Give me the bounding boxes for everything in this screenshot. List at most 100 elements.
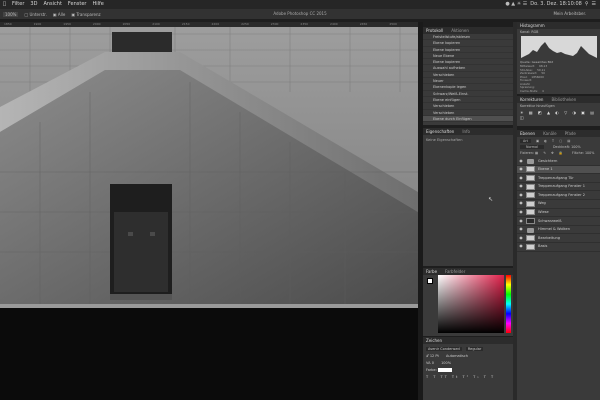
- tab-properties[interactable]: Eigenschaften: [426, 128, 454, 135]
- tab-libraries[interactable]: Bibliotheken: [551, 96, 576, 103]
- layer-name[interactable]: Schwarzweiß: [538, 217, 561, 225]
- scale-field[interactable]: 100%: [441, 361, 451, 365]
- font-size-field[interactable]: 12 Pt: [430, 354, 439, 358]
- menu-3d[interactable]: 3D: [27, 0, 40, 9]
- adjustments-header: Korrekturen Bibliotheken: [517, 96, 600, 103]
- layer-name[interactable]: Treppenaufgang Fenster 1: [538, 183, 585, 191]
- visibility-eye-icon[interactable]: ◉: [517, 174, 525, 182]
- text-color-swatch[interactable]: [437, 368, 452, 372]
- layer-thumbnail: [526, 174, 535, 181]
- layer-name[interactable]: Wiese: [538, 209, 549, 217]
- workspace-select[interactable]: Mein Arbeitsber.: [553, 11, 586, 16]
- layer-row[interactable]: ◉ Gesichtern: [517, 157, 600, 166]
- properties-header: Eigenschaften Info: [423, 128, 513, 135]
- histogram-channel[interactable]: RGB: [531, 30, 538, 34]
- check-transparent[interactable]: ▣ Transparenz: [71, 12, 100, 17]
- layer-row[interactable]: ◉ Schwarzweiß: [517, 217, 600, 226]
- opacity-label: Deckkraft:: [553, 145, 571, 149]
- visibility-eye-icon[interactable]: ◉: [517, 191, 525, 199]
- character-header: Zeichen: [423, 337, 513, 344]
- layer-name[interactable]: Weg: [538, 200, 546, 208]
- layer-row[interactable]: ◉ Himmel & Wolken: [517, 226, 600, 235]
- leading-field[interactable]: Automatisch: [446, 354, 468, 358]
- menu-ansicht[interactable]: Ansicht: [40, 0, 64, 9]
- status-icons[interactable]: ● ▲ ☀ ☰: [505, 0, 527, 9]
- tab-histogram[interactable]: Histogramm: [520, 22, 545, 29]
- layer-row[interactable]: ◉ Treppenaufgang Fenster 1: [517, 183, 600, 192]
- visibility-eye-icon[interactable]: ◉: [517, 183, 525, 191]
- visibility-eye-icon[interactable]: ◉: [517, 226, 525, 234]
- layer-row[interactable]: ◉ Treppenaufgang Tür: [517, 174, 600, 183]
- layer-thumbnail: [526, 200, 535, 207]
- lock-icons[interactable]: ▦ ✎ ✥ 🔒: [535, 151, 565, 155]
- history-list: Freistellstufe/ablesen Ebene kopieren Eben…: [423, 34, 513, 123]
- tab-info[interactable]: Info: [462, 128, 470, 135]
- tab-actions[interactable]: Aktionen: [451, 27, 469, 34]
- layer-name[interactable]: Bearbeitung: [538, 234, 560, 242]
- layer-thumbnail: [526, 183, 535, 190]
- zoom-select[interactable]: 100%: [3, 11, 19, 17]
- visibility-eye-icon[interactable]: ◉: [517, 200, 525, 208]
- layer-filter-select[interactable]: Art: [520, 139, 531, 143]
- layer-thumbnail: [526, 192, 535, 199]
- menu-filter[interactable]: Filter: [9, 0, 27, 9]
- layer-row[interactable]: ◉ Basis: [517, 243, 600, 252]
- layer-name[interactable]: Gesichtern: [538, 157, 557, 165]
- history-header: Protokoll Aktionen: [423, 27, 513, 34]
- menu-hilfe[interactable]: Hilfe: [89, 0, 106, 9]
- layer-row[interactable]: ◉ Weg: [517, 200, 600, 209]
- hue-slider[interactable]: [506, 275, 511, 333]
- layer-name[interactable]: Basis: [538, 243, 547, 251]
- font-size-icon: 𝓣: [426, 354, 429, 358]
- check-all-windows[interactable]: □ Unterstr.: [24, 12, 46, 17]
- menubar:  Filter 3D Ansicht Fenster Hilfe ● ▲ ☀ …: [0, 0, 600, 9]
- visibility-eye-icon[interactable]: ◉: [517, 209, 525, 217]
- adjustment-icons[interactable]: ☀ ▦ ◩ ▲ ◐ ▽ ◑ ▣ ▤ ◫: [517, 109, 600, 121]
- foreground-swatch[interactable]: [427, 278, 433, 284]
- check-fill[interactable]: ▣ Alle: [53, 12, 65, 17]
- layer-row[interactable]: ◉ Bearbeitung: [517, 234, 600, 243]
- horizontal-ruler[interactable]: 1850 1900 1950 2000 2050 2100 2150 2200 2250 23…: [0, 22, 418, 27]
- tab-adjustments[interactable]: Korrekturen: [520, 96, 543, 103]
- layer-thumbnail: [526, 243, 535, 250]
- color-label: Farbe:: [426, 368, 437, 372]
- tracking-field[interactable]: 0: [432, 361, 434, 365]
- layers-list: ◉ Gesichtern ◉ Ebene 1 ◉ Treppenaufgang Tür ◉ T…: [517, 157, 600, 252]
- visibility-eye-icon[interactable]: ◉: [517, 217, 525, 225]
- tab-channels[interactable]: Kanäle: [543, 130, 557, 137]
- fill-field[interactable]: 100%: [585, 151, 594, 155]
- menu-fenster[interactable]: Fenster: [65, 0, 90, 9]
- tab-swatches[interactable]: Farbfelder: [445, 268, 465, 275]
- layer-row[interactable]: ◉ Ebene 1: [517, 165, 600, 175]
- color-picker-field[interactable]: [438, 275, 504, 333]
- visibility-eye-icon[interactable]: ◉: [517, 166, 525, 174]
- text-style-buttons[interactable]: T T TT Tt T¹ T₁ T T: [426, 374, 510, 381]
- layer-name[interactable]: Himmel & Wolken: [538, 226, 570, 234]
- layer-name[interactable]: Ebene 1: [538, 166, 553, 174]
- tab-color[interactable]: Farbe: [426, 268, 437, 275]
- font-family-select[interactable]: Avenir Condensed: [426, 347, 462, 351]
- layers-header: Ebenen Kanäle Pfade: [517, 130, 600, 137]
- apple-icon[interactable]: : [0, 0, 9, 9]
- tab-history[interactable]: Protokoll: [426, 27, 443, 34]
- history-item[interactable]: Ebene durch Einfügen: [423, 115, 513, 123]
- document-canvas[interactable]: [0, 22, 418, 400]
- layer-row[interactable]: ◉ Treppenaufgang Fenster 2: [517, 191, 600, 200]
- visibility-eye-icon[interactable]: ◉: [517, 243, 525, 251]
- layer-thumbnail: [526, 235, 535, 242]
- opacity-field[interactable]: 100%: [571, 145, 580, 149]
- visibility-eye-icon[interactable]: ◉: [517, 157, 525, 165]
- tab-layers[interactable]: Ebenen: [520, 130, 535, 137]
- filter-icons[interactable]: ▣ ◐ T ▢ ▤: [536, 139, 572, 143]
- tab-paths[interactable]: Pfade: [565, 130, 576, 137]
- list-icon[interactable]: ☰: [592, 0, 596, 9]
- visibility-eye-icon[interactable]: ◉: [517, 234, 525, 242]
- layer-row[interactable]: ◉ Wiese: [517, 209, 600, 218]
- menubar-clock[interactable]: Do. 3. Dez. 18:10:08: [530, 0, 582, 9]
- tab-character[interactable]: Zeichen: [426, 337, 442, 344]
- layer-name[interactable]: Treppenaufgang Tür: [538, 174, 574, 182]
- font-style-select[interactable]: Regular: [465, 347, 484, 351]
- search-icon[interactable]: ⚲: [585, 0, 589, 9]
- blend-mode-select[interactable]: Normal: [520, 145, 544, 149]
- layer-name[interactable]: Treppenaufgang Fenster 2: [538, 191, 585, 199]
